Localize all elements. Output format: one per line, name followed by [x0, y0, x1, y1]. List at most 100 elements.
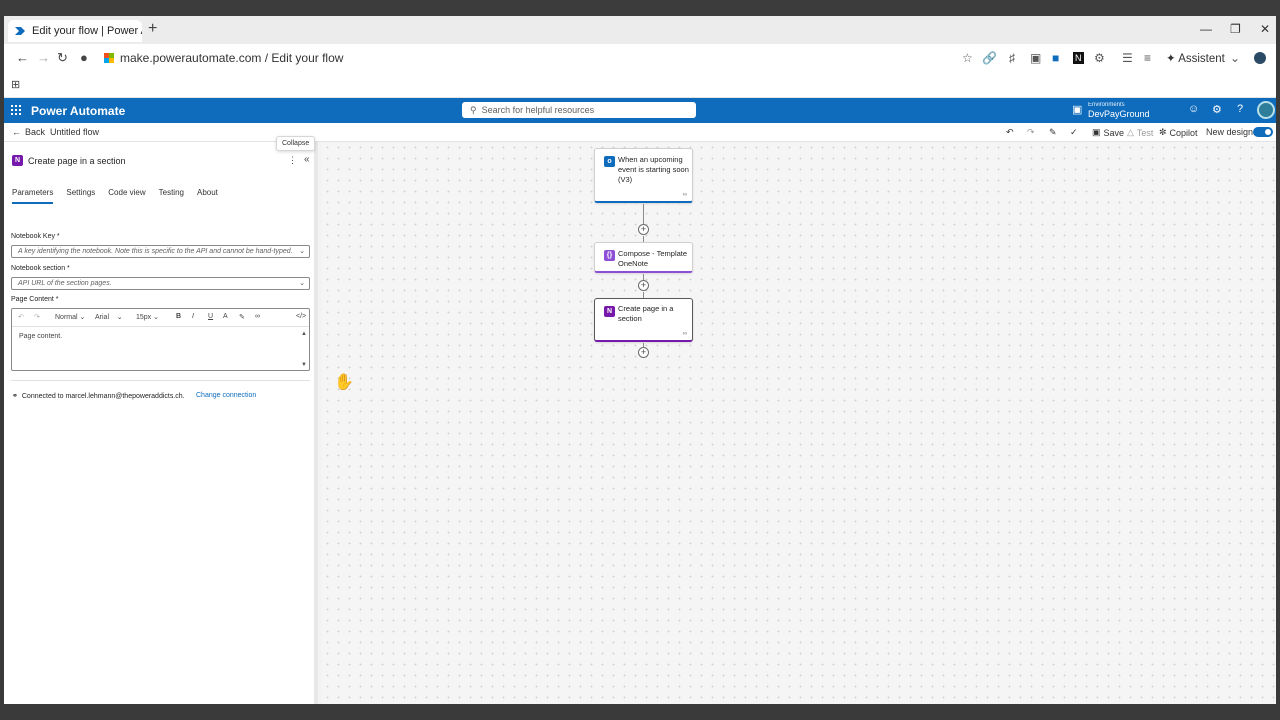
outlook-calendar-icon: o — [604, 156, 615, 167]
hand-cursor-icon: ✋ — [334, 374, 354, 391]
back-label: Back — [25, 127, 46, 137]
underline-icon[interactable]: U — [208, 313, 213, 320]
chevron-down-icon[interactable]: ⌄ — [1230, 50, 1240, 66]
add-step-button[interactable]: + — [638, 224, 649, 235]
flow-canvas[interactable]: o When an upcoming event is starting soo… — [322, 142, 1276, 704]
onenote-icon: N — [12, 155, 23, 166]
save-icon: ▣ — [1092, 127, 1101, 137]
apps-grid-icon[interactable]: ⊞ — [11, 78, 20, 91]
translate-icon[interactable]: ♯ — [1009, 50, 1015, 66]
reading-list-icon[interactable]: ☰ — [1122, 50, 1133, 66]
environment-name: DevPayGround — [1088, 109, 1150, 119]
url-text: make.powerautomate.com / Edit your flow — [120, 51, 344, 65]
font-select[interactable]: Arial ⌄ — [95, 313, 123, 321]
redo-icon[interactable]: ↷ — [1027, 127, 1035, 138]
bold-icon[interactable]: B — [176, 313, 181, 320]
step-label: Compose - Template OneNote — [618, 249, 688, 268]
notebook-key-dropdown[interactable]: A key identifying the notebook. Note thi… — [11, 245, 310, 258]
settings-gear-icon[interactable]: ⚙ — [1212, 103, 1222, 116]
restore-icon[interactable]: ❐ — [1230, 22, 1241, 36]
comments-icon[interactable]: ✎ — [1049, 127, 1057, 138]
tab-code-view[interactable]: Code view — [108, 188, 145, 204]
change-connection-link[interactable]: Change connection — [196, 392, 256, 399]
undo-icon[interactable]: ↶ — [18, 313, 24, 321]
font-size-select[interactable]: 15px ⌄ — [136, 313, 159, 321]
redo-icon[interactable]: ↷ — [34, 313, 40, 321]
text-color-icon[interactable]: A — [223, 313, 228, 320]
minimize-icon[interactable]: — — [1200, 22, 1212, 36]
add-step-button[interactable]: + — [638, 347, 649, 358]
microphone-icon[interactable]: ● — [80, 50, 88, 66]
editor-toolbar: ↶ ↷ Normal ⌄ Arial ⌄ 15px ⌄ B I U A ✎ ∞ … — [12, 309, 309, 327]
url-field[interactable]: make.powerautomate.com / Edit your flow — [104, 51, 343, 65]
audio-icon[interactable]: ≡ — [1144, 50, 1151, 66]
browser-tab-bar: Edit your flow | Power Automate + — ❐ ✕ — [4, 16, 1276, 44]
step-card-trigger[interactable]: o When an upcoming event is starting soo… — [594, 148, 693, 203]
new-tab-button[interactable]: + — [148, 21, 157, 37]
environment-picker[interactable]: Environments DevPayGround — [1088, 101, 1150, 119]
connection-info: ⚭ Connected to marcel.lehmann@thepowerad… — [12, 392, 185, 401]
notifications-icon[interactable]: ☺ — [1188, 103, 1199, 115]
link-icon[interactable]: ∞ — [255, 313, 260, 320]
tab-parameters[interactable]: Parameters — [12, 188, 54, 204]
screenshot-icon[interactable]: ▣ — [1030, 50, 1041, 66]
link-icon: ∞ — [682, 331, 687, 337]
environment-icon: ▣ — [1072, 104, 1083, 116]
scroll-down-icon[interactable]: ▼ — [301, 362, 307, 368]
tab-settings[interactable]: Settings — [66, 188, 95, 204]
highlight-icon[interactable]: ✎ — [239, 313, 245, 321]
connection-text: Connected to marcel.lehmann@thepoweraddi… — [21, 392, 185, 400]
share-link-icon[interactable]: 🔗 — [982, 50, 997, 66]
test-flask-icon: △ — [1127, 127, 1134, 137]
step-card-create-page[interactable]: N Create page in a section ∞ — [594, 298, 693, 342]
test-button[interactable]: △ Test — [1127, 127, 1153, 138]
app-name[interactable]: Power Automate — [31, 104, 125, 118]
browser-tab[interactable]: Edit your flow | Power Automate — [8, 20, 142, 42]
user-avatar[interactable] — [1257, 101, 1275, 119]
reload-icon[interactable]: ↻ — [57, 50, 68, 66]
add-step-button[interactable]: + — [638, 280, 649, 291]
more-options-icon[interactable]: ⋮ — [288, 155, 297, 166]
tab-about[interactable]: About — [197, 188, 218, 204]
connector-line — [643, 204, 644, 224]
address-bar-row: ← → ↻ ● make.powerautomate.com / Edit yo… — [4, 44, 1276, 72]
compose-icon: {} — [604, 250, 615, 261]
page-content-editor[interactable]: ↶ ↷ Normal ⌄ Arial ⌄ 15px ⌄ B I U A ✎ ∞ … — [11, 308, 310, 371]
collapse-icon[interactable]: « — [304, 154, 310, 165]
app-launcher-icon[interactable] — [11, 105, 21, 115]
extensions-puzzle-icon[interactable]: ⚙ — [1094, 50, 1105, 66]
assistant-button[interactable]: ✦ Assistent — [1166, 51, 1225, 65]
favorite-star-icon[interactable]: ☆ — [962, 50, 973, 66]
step-card-compose[interactable]: {} Compose - Template OneNote — [594, 242, 693, 273]
italic-icon[interactable]: I — [192, 313, 194, 320]
collapse-tooltip: Collapse — [276, 136, 316, 151]
profile-avatar[interactable] — [1254, 52, 1266, 64]
screen-bottom-strip — [0, 704, 1280, 720]
undo-icon[interactable]: ↶ — [1006, 127, 1014, 138]
microsoft-logo-icon — [104, 53, 114, 63]
notion-icon[interactable]: N — [1073, 52, 1084, 64]
search-input[interactable]: ⚲ Search for helpful resources — [462, 102, 696, 118]
new-designer-toggle[interactable] — [1253, 127, 1273, 137]
page-content-label: Page Content * — [11, 296, 59, 303]
flow-name[interactable]: Untitled flow — [50, 127, 99, 137]
scroll-up-icon[interactable]: ▲ — [301, 331, 307, 337]
notebook-key-placeholder: A key identifying the notebook. Note thi… — [18, 248, 293, 255]
search-placeholder: Search for helpful resources — [481, 105, 595, 115]
extension-icon[interactable]: ■ — [1052, 50, 1059, 66]
copilot-button[interactable]: ✼ Copilot — [1159, 127, 1198, 138]
panel-title[interactable]: Create page in a section — [28, 156, 126, 166]
help-icon[interactable]: ? — [1237, 103, 1243, 115]
save-button[interactable]: ▣ Save — [1092, 127, 1124, 138]
paragraph-style-select[interactable]: Normal ⌄ — [55, 313, 85, 321]
step-label: When an upcoming event is starting soon … — [618, 155, 689, 184]
back-button[interactable]: ← Back — [12, 127, 45, 137]
forward-icon[interactable]: → — [37, 50, 50, 66]
chevron-down-icon: ⌄ — [299, 280, 305, 287]
flow-checker-icon[interactable]: ✓ — [1070, 127, 1078, 138]
code-view-icon[interactable]: </> — [296, 313, 306, 320]
back-icon[interactable]: ← — [16, 50, 29, 66]
notebook-section-dropdown[interactable]: API URL of the section pages. ⌄ — [11, 277, 310, 290]
close-icon[interactable]: ✕ — [1260, 22, 1270, 36]
tab-testing[interactable]: Testing — [159, 188, 184, 204]
